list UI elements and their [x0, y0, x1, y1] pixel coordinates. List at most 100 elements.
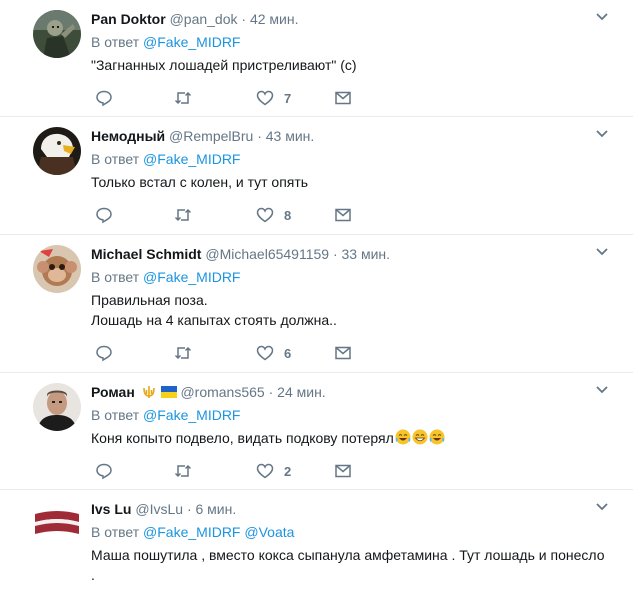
retweet-icon	[174, 346, 192, 360]
mention-link[interactable]: @Fake_MIDRF	[143, 407, 240, 423]
heart-icon	[256, 463, 274, 479]
zombie-avatar[interactable]	[33, 10, 81, 58]
tweet-text-line: Маша пошутила , вместо кокса сыпанула ам…	[91, 547, 605, 563]
separator-dot: ·	[268, 384, 274, 400]
reply-button[interactable]	[95, 205, 113, 225]
man-avatar[interactable]	[33, 383, 81, 431]
mail-icon	[335, 464, 351, 478]
reply-icon	[96, 463, 112, 480]
like-count: 8	[284, 207, 292, 223]
reply-context: В ответ @Fake_MIDRF @Voata	[91, 523, 294, 541]
like-button[interactable]: 2	[256, 461, 291, 481]
like-button[interactable]: 8	[256, 205, 291, 225]
author-name[interactable]: Ivs Lu	[91, 501, 131, 517]
retweet-button[interactable]	[174, 88, 192, 108]
reply-icon	[96, 90, 112, 107]
reply-button[interactable]	[95, 343, 113, 363]
like-count: 6	[284, 345, 292, 361]
chevron-down-icon[interactable]	[595, 12, 609, 22]
chevron-down-icon[interactable]	[595, 385, 609, 395]
tweet-text: Правильная поза. Лошадь на 4 капытах сто…	[91, 290, 611, 330]
mail-icon	[335, 208, 351, 222]
direct-message-button[interactable]	[334, 461, 352, 481]
timestamp[interactable]: 24 мин.	[277, 384, 326, 400]
author-handle[interactable]: @Michael65491159	[205, 246, 329, 262]
monkey-avatar[interactable]	[33, 245, 81, 293]
author-name[interactable]: Немодный	[91, 128, 165, 144]
timestamp[interactable]: 42 мин.	[250, 11, 299, 27]
reply-context: В ответ @Fake_MIDRF	[91, 150, 240, 168]
latvia-flag-avatar[interactable]	[33, 500, 81, 548]
like-count: 7	[284, 90, 292, 106]
timestamp[interactable]: 33 мин.	[342, 246, 391, 262]
direct-message-button[interactable]	[334, 343, 352, 363]
author-name[interactable]: Michael Schmidt	[91, 246, 201, 262]
chevron-down-icon[interactable]	[595, 129, 609, 139]
tweet-text: Только встал с колен, и тут опять	[91, 172, 611, 192]
like-button[interactable]: 7	[256, 88, 291, 108]
tweet-text-line: Лошадь на 4 капытах стоять должна..	[91, 312, 337, 328]
tweet-actions: 8	[91, 205, 361, 225]
author-handle[interactable]: @romans565	[180, 384, 264, 400]
author-name[interactable]: Pan Doktor	[91, 11, 166, 27]
tweet[interactable]: Pan Doktor @pan_dok · 42 мин. В ответ @F…	[0, 0, 633, 117]
separator-dot: ·	[332, 246, 338, 262]
tweet-text: Маша пошутила , вместо кокса сыпанула ам…	[91, 545, 611, 585]
author-handle[interactable]: @pan_dok	[170, 11, 238, 27]
separator-dot: ·	[241, 11, 247, 27]
reply-prefix: В ответ	[91, 151, 140, 167]
tears-of-joy-emoji-icon	[395, 429, 411, 445]
author-handle[interactable]: @IvsLu	[135, 501, 183, 517]
heart-icon	[256, 345, 274, 361]
eagle-avatar[interactable]	[33, 127, 81, 175]
mail-icon	[335, 346, 351, 360]
tweet[interactable]: Ivs Lu @IvsLu · 6 мин. В ответ @Fake_MID…	[0, 490, 633, 592]
mail-icon	[335, 91, 351, 105]
chevron-down-icon[interactable]	[595, 502, 609, 512]
timestamp[interactable]: 6 мин.	[196, 501, 237, 517]
tears-of-joy-emoji-icon	[429, 429, 445, 445]
heart-icon	[256, 207, 274, 223]
reply-prefix: В ответ	[91, 524, 140, 540]
timestamp[interactable]: 43 мин.	[266, 128, 315, 144]
reply-icon	[96, 207, 112, 224]
retweet-button[interactable]	[174, 205, 192, 225]
reply-button[interactable]	[95, 88, 113, 108]
trident-icon	[142, 386, 155, 398]
reply-icon	[96, 345, 112, 362]
retweet-button[interactable]	[174, 461, 192, 481]
tweet[interactable]: Немодный @RempelBru · 43 мин. В ответ @F…	[0, 117, 633, 235]
reply-prefix: В ответ	[91, 407, 140, 423]
mention-link[interactable]: @Fake_MIDRF	[143, 269, 240, 285]
author-handle[interactable]: @RempelBru	[169, 128, 253, 144]
mention-link[interactable]: @Fake_MIDRF	[143, 151, 240, 167]
separator-dot: ·	[257, 128, 262, 144]
mention-link[interactable]: @Fake_MIDRF	[143, 524, 240, 540]
like-button[interactable]: 6	[256, 343, 291, 363]
separator-dot: ·	[186, 501, 192, 517]
tweet-text-line: Только встал с колен, и тут опять	[91, 174, 309, 190]
direct-message-button[interactable]	[334, 205, 352, 225]
tweet[interactable]: Роман @romans565 · 24 мин. В ответ @Fake…	[0, 373, 633, 490]
tweet[interactable]: Michael Schmidt @Michael65491159 · 33 ми…	[0, 235, 633, 373]
mention-link[interactable]: @Fake_MIDRF	[143, 34, 240, 50]
tweet-text-line: Коня копыто подвело, видать подкову поте…	[91, 428, 611, 448]
retweet-button[interactable]	[174, 343, 192, 363]
reply-context: В ответ @Fake_MIDRF	[91, 268, 240, 286]
reply-prefix: В ответ	[91, 269, 140, 285]
reply-prefix: В ответ	[91, 34, 140, 50]
tweet-text-content: Коня копыто подвело, видать подкову поте…	[91, 430, 394, 446]
retweet-icon	[174, 91, 192, 105]
chevron-down-icon[interactable]	[595, 247, 609, 257]
heart-icon	[256, 90, 274, 106]
tweet-actions: 7	[91, 88, 361, 108]
tweet-text-line: Правильная поза.	[91, 292, 208, 308]
reply-button[interactable]	[95, 461, 113, 481]
tweet-actions: 6	[91, 343, 361, 363]
author-name[interactable]: Роман	[91, 384, 135, 400]
mention-link[interactable]: @Voata	[244, 524, 294, 540]
retweet-icon	[174, 464, 192, 478]
tweet-text-line: "Загнанных лошадей пристреливают" (с)	[91, 57, 357, 73]
retweet-icon	[174, 208, 192, 222]
direct-message-button[interactable]	[334, 88, 352, 108]
